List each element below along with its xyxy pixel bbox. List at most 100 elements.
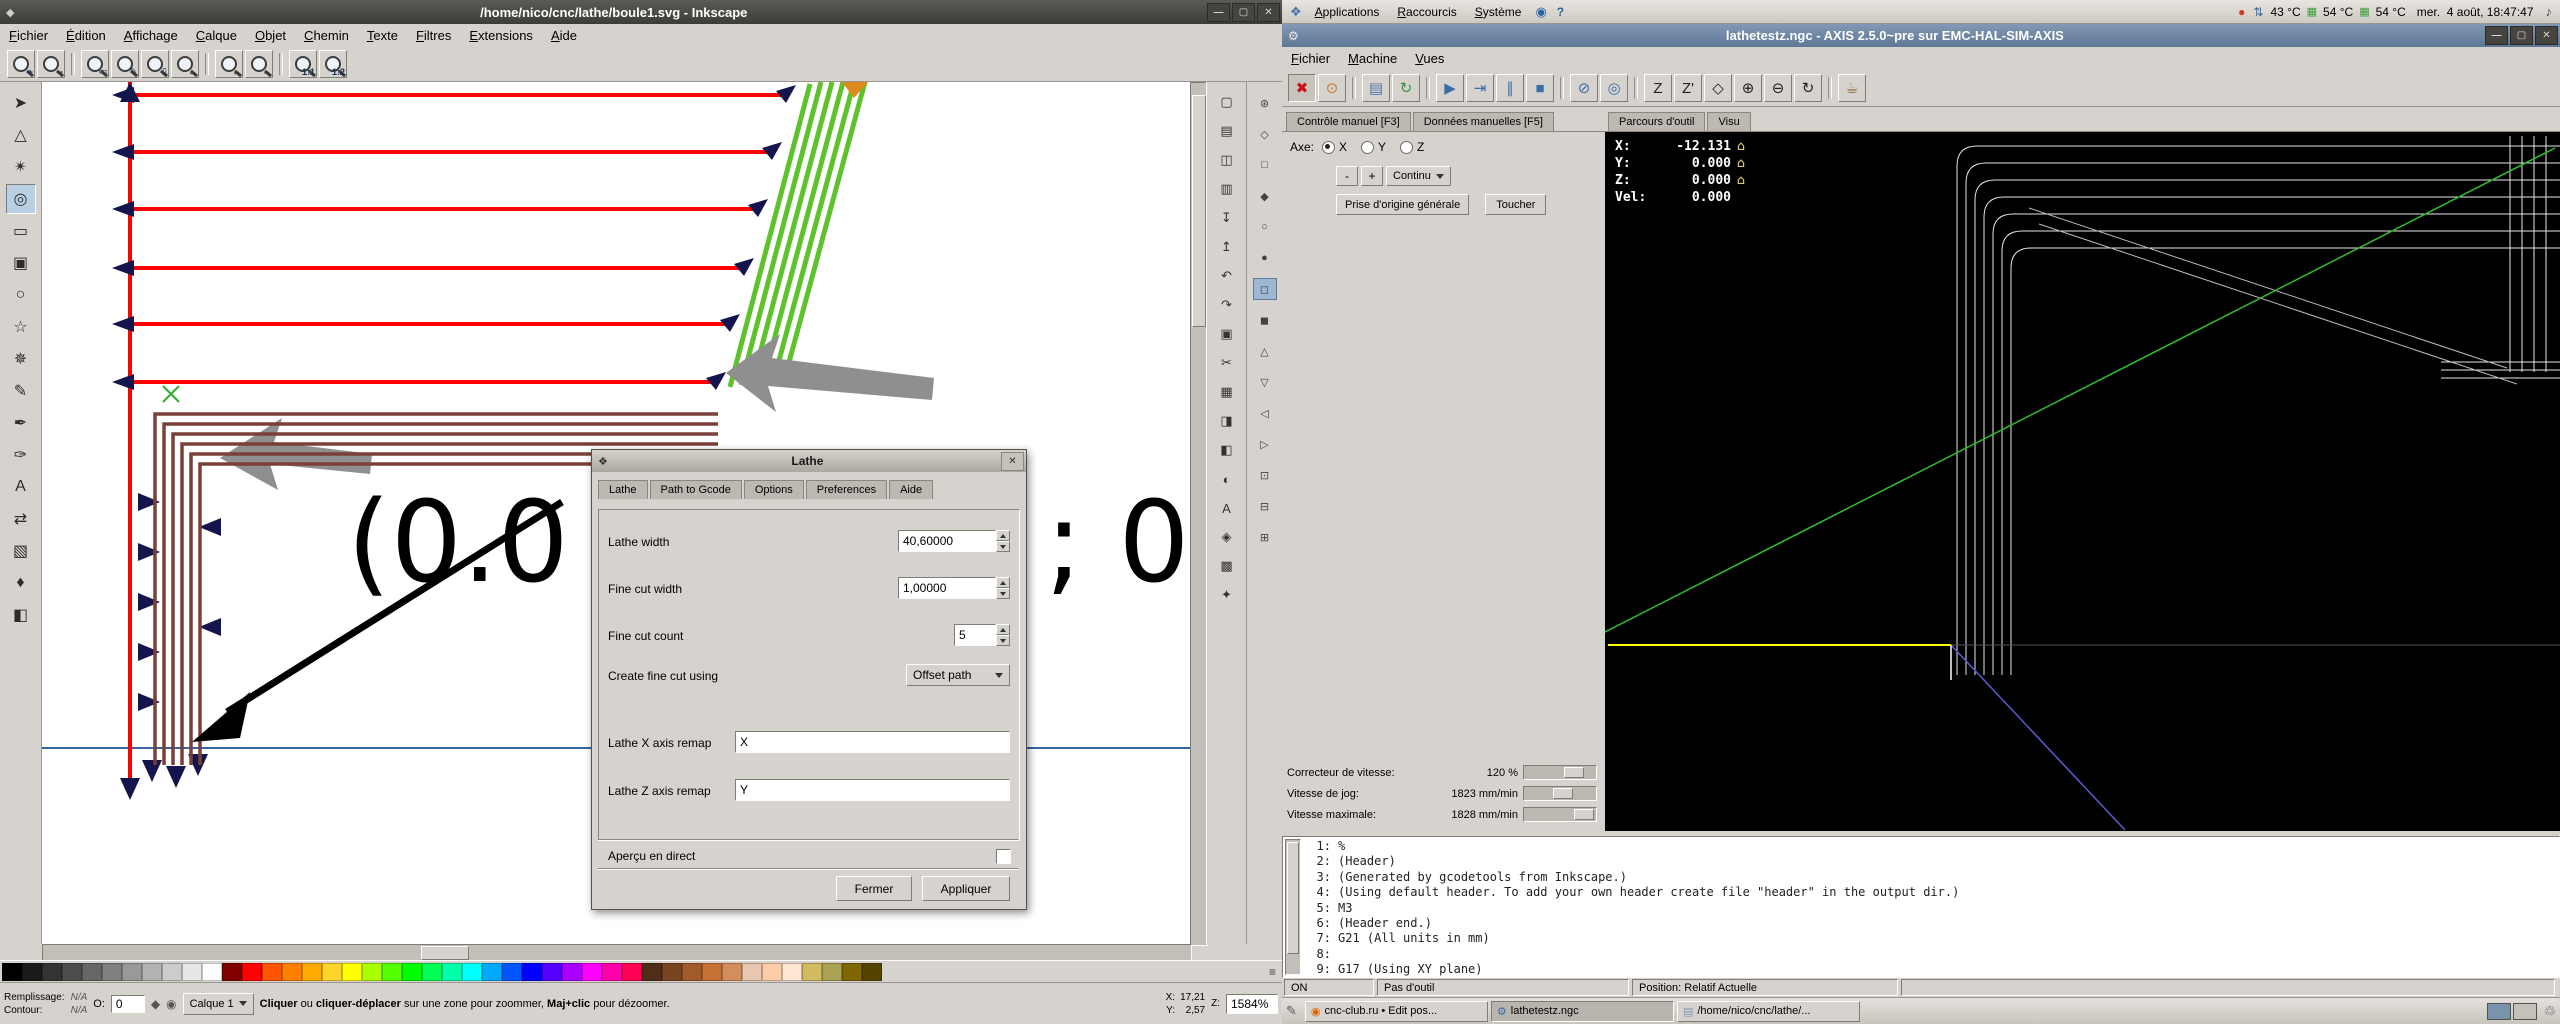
clone-button[interactable]: ◧ bbox=[1214, 438, 1240, 462]
axis-radio[interactable]: X bbox=[1322, 140, 1347, 154]
zoom-1-2-button[interactable]: 1:2 bbox=[319, 49, 347, 78]
clock[interactable]: mer. 4 août, 18:47:47 bbox=[2417, 5, 2534, 19]
rotate-view-button[interactable]: ↻ bbox=[1794, 74, 1822, 102]
palette-swatch[interactable] bbox=[442, 962, 462, 981]
update-notifier-icon[interactable]: ● bbox=[2238, 5, 2245, 19]
palette-swatch[interactable] bbox=[582, 962, 602, 981]
maximize-button[interactable]: ▢ bbox=[2510, 26, 2533, 45]
palette-swatch[interactable] bbox=[322, 962, 342, 981]
machine-power-button[interactable]: ⊙ bbox=[1318, 74, 1346, 102]
slider[interactable] bbox=[1523, 807, 1597, 822]
zoom-tool[interactable]: ◎ bbox=[5, 184, 36, 214]
control-tab[interactable]: Contrôle manuel [F3] bbox=[1286, 112, 1411, 131]
network-icon[interactable]: ⇅ bbox=[2253, 5, 2263, 19]
palette-swatch[interactable] bbox=[202, 962, 222, 981]
slider-thumb[interactable] bbox=[1574, 809, 1595, 820]
fill-stroke-indicator[interactable]: Remplissage: N/A Contour: N/A bbox=[4, 991, 87, 1017]
reload-button[interactable]: ↻ bbox=[1392, 74, 1420, 102]
task-axis-button[interactable]: ⚙ lathetestz.ngc bbox=[1490, 1000, 1674, 1022]
palette-swatch[interactable] bbox=[742, 962, 762, 981]
palette-swatch[interactable] bbox=[242, 962, 262, 981]
menu-item[interactable]: Texte bbox=[358, 25, 407, 46]
maximize-button[interactable]: ▢ bbox=[1232, 2, 1255, 22]
slider[interactable] bbox=[1523, 765, 1597, 780]
palette-swatch[interactable] bbox=[342, 962, 362, 981]
import-button[interactable]: ↧ bbox=[1214, 206, 1240, 230]
zoom-1-1-button[interactable]: 1:1 bbox=[289, 49, 317, 78]
zoom-in-button[interactable]: ⊕ bbox=[1734, 74, 1762, 102]
duplicate-button[interactable]: ◨ bbox=[1214, 409, 1240, 433]
palette-swatch[interactable] bbox=[702, 962, 722, 981]
palette-swatch[interactable] bbox=[22, 962, 42, 981]
run-button[interactable]: ▶ bbox=[1436, 74, 1464, 102]
snap-guides-button[interactable]: ⊡ bbox=[1253, 464, 1277, 486]
snap-nodes-button[interactable]: ○ bbox=[1253, 216, 1277, 238]
xml-editor-button[interactable]: ◈ bbox=[1214, 525, 1240, 549]
snap-bbox-edges-button[interactable]: □ bbox=[1253, 154, 1277, 176]
menu-item[interactable]: Objet bbox=[246, 25, 295, 46]
menu-item[interactable]: Calque bbox=[187, 25, 246, 46]
fine-cut-width-spinbox[interactable]: 1,00000 bbox=[898, 577, 1010, 599]
slider[interactable] bbox=[1523, 786, 1597, 801]
clear-plot-button[interactable]: ☕ bbox=[1838, 74, 1866, 102]
stop-button[interactable]: ■ bbox=[1526, 74, 1554, 102]
volume-icon[interactable]: ♪ bbox=[2546, 4, 2553, 19]
task-browser-button[interactable]: ◉ cnc-club.ru • Edit pos... bbox=[1304, 1000, 1488, 1022]
task-files-button[interactable]: ▤ /home/nico/cnc/lathe/... bbox=[1676, 1000, 1860, 1022]
control-tab[interactable]: Données manuelles [F5] bbox=[1412, 112, 1554, 131]
palette-swatch[interactable] bbox=[42, 962, 62, 981]
menu-item[interactable]: Affichage bbox=[115, 25, 187, 46]
pause-button[interactable]: ∥ bbox=[1496, 74, 1524, 102]
dialog-titlebar[interactable]: ❖ Lathe ✕ bbox=[592, 450, 1026, 472]
trash-icon[interactable]: ♲ bbox=[2543, 1003, 2556, 1020]
dialog-tab[interactable]: Path to Gcode bbox=[649, 480, 742, 499]
optional-stop-button[interactable]: ◎ bbox=[1600, 74, 1628, 102]
connector-tool[interactable]: ⇄ bbox=[6, 504, 36, 534]
palette-swatch[interactable] bbox=[102, 962, 122, 981]
panel-menu-item[interactable]: Système bbox=[1466, 2, 1531, 22]
palette-swatch[interactable] bbox=[802, 962, 822, 981]
scrollbar-thumb[interactable] bbox=[1287, 842, 1299, 954]
palette-swatch[interactable] bbox=[822, 962, 842, 981]
scrollbar-thumb[interactable] bbox=[1192, 95, 1206, 327]
print-button[interactable]: ▥ bbox=[1214, 177, 1240, 201]
layer-lock-icon[interactable]: ◆ bbox=[151, 997, 160, 1011]
pencil-tool[interactable]: ✎ bbox=[6, 376, 36, 406]
panel-menu-item[interactable]: Applications bbox=[1306, 2, 1389, 22]
ellipse-tool[interactable]: ○ bbox=[6, 280, 36, 310]
workspace-1[interactable] bbox=[2487, 1002, 2512, 1020]
palette-swatch[interactable] bbox=[462, 962, 482, 981]
snap-centers-button[interactable]: ◁ bbox=[1253, 402, 1277, 424]
home-all-button[interactable]: Prise d'origine générale bbox=[1336, 194, 1470, 215]
jog-minus-button[interactable]: - bbox=[1336, 166, 1358, 186]
dropper-tool[interactable]: ♦ bbox=[6, 568, 36, 598]
layer-selector[interactable]: Calque 1 bbox=[182, 992, 254, 1015]
inkscape-titlebar[interactable]: ◆ /home/nico/cnc/lathe/boule1.svg - Inks… bbox=[0, 0, 1282, 24]
spin-down-icon[interactable] bbox=[996, 635, 1010, 646]
menu-item[interactable]: Vues bbox=[1406, 48, 1453, 69]
snap-bbox-button[interactable]: ◇ bbox=[1253, 123, 1277, 145]
scrollbar-thumb[interactable] bbox=[421, 946, 469, 960]
palette-swatch[interactable] bbox=[622, 962, 642, 981]
close-button[interactable]: ✕ bbox=[2535, 26, 2558, 45]
palette-swatch[interactable] bbox=[142, 962, 162, 981]
palette-swatch[interactable] bbox=[762, 962, 782, 981]
palette-swatch[interactable] bbox=[642, 962, 662, 981]
text-tool[interactable]: A bbox=[6, 472, 36, 502]
zoom-page-width-button[interactable]: ↔ bbox=[171, 49, 199, 78]
snap-grid-button[interactable]: ▷ bbox=[1253, 433, 1277, 455]
zoom-field[interactable]: 1584% bbox=[1226, 993, 1278, 1014]
palette-swatch[interactable] bbox=[222, 962, 242, 981]
snap-bbox-corners-button[interactable]: ◆ bbox=[1253, 185, 1277, 207]
selector-tool[interactable]: ➤ bbox=[6, 88, 36, 118]
node-tool[interactable]: △ bbox=[6, 120, 36, 150]
palette-swatch[interactable] bbox=[282, 962, 302, 981]
workspace-2[interactable] bbox=[2513, 1002, 2538, 1020]
gcode-listing[interactable]: 1: % 2: (Header) 3: (Generated by gcodet… bbox=[1282, 836, 2560, 978]
palette-swatch[interactable] bbox=[362, 962, 382, 981]
redo-button[interactable]: ↷ bbox=[1214, 293, 1240, 317]
layer-visibility-icon[interactable]: ◉ bbox=[166, 997, 176, 1011]
axis-radio[interactable]: Z bbox=[1400, 140, 1424, 154]
menu-item[interactable]: Extensions bbox=[460, 25, 542, 46]
step-button[interactable]: ⇥ bbox=[1466, 74, 1494, 102]
